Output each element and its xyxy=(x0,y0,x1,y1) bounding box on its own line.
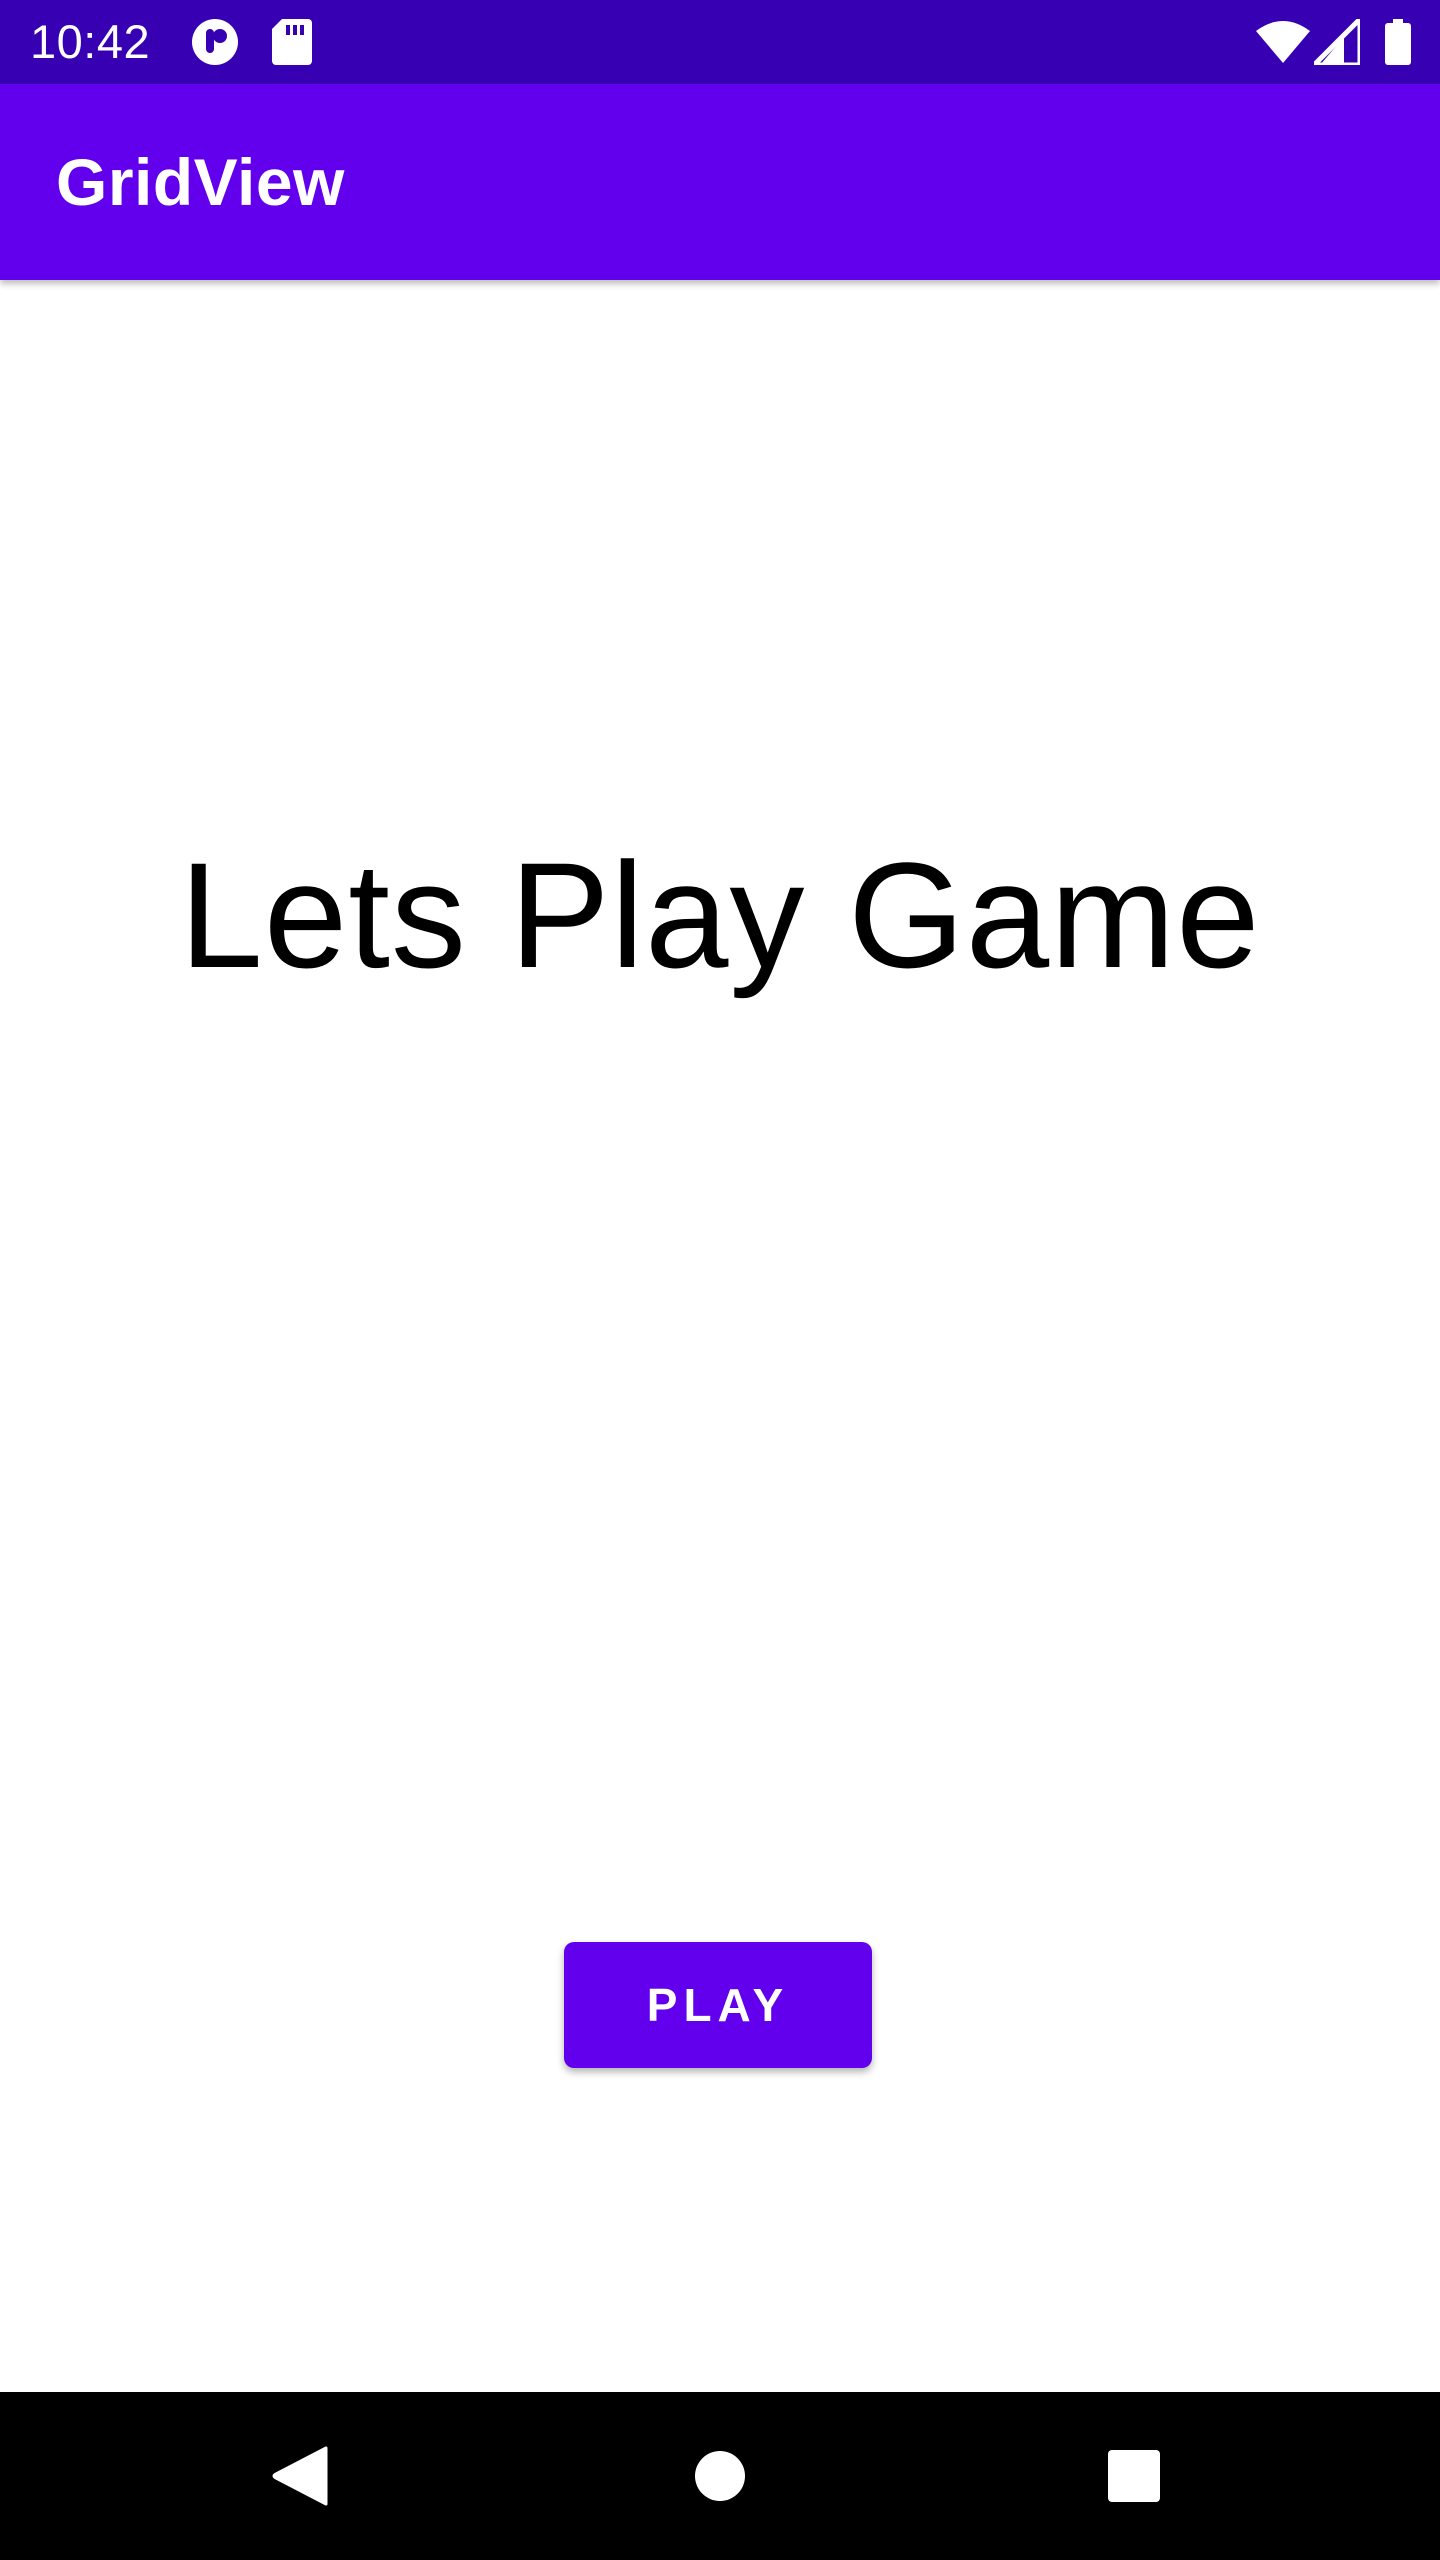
status-time: 10:42 xyxy=(30,15,151,68)
main-content: Lets Play Game PLAY xyxy=(0,280,1440,2392)
navigation-bar xyxy=(0,2392,1440,2560)
app-bar: GridView xyxy=(0,84,1440,280)
cell-signal-icon xyxy=(1314,0,1360,84)
sd-card-icon xyxy=(272,0,312,84)
app-title: GridView xyxy=(56,145,345,219)
back-icon[interactable] xyxy=(216,2392,384,2560)
recents-icon[interactable] xyxy=(1050,2392,1218,2560)
wifi-icon xyxy=(1256,0,1310,84)
play-button[interactable]: PLAY xyxy=(564,1942,872,2068)
app-notification-icon xyxy=(190,0,240,84)
home-icon[interactable] xyxy=(636,2392,804,2560)
battery-icon xyxy=(1384,0,1412,84)
status-bar: 10:42 xyxy=(0,0,1440,84)
headline-text: Lets Play Game xyxy=(179,831,1261,999)
